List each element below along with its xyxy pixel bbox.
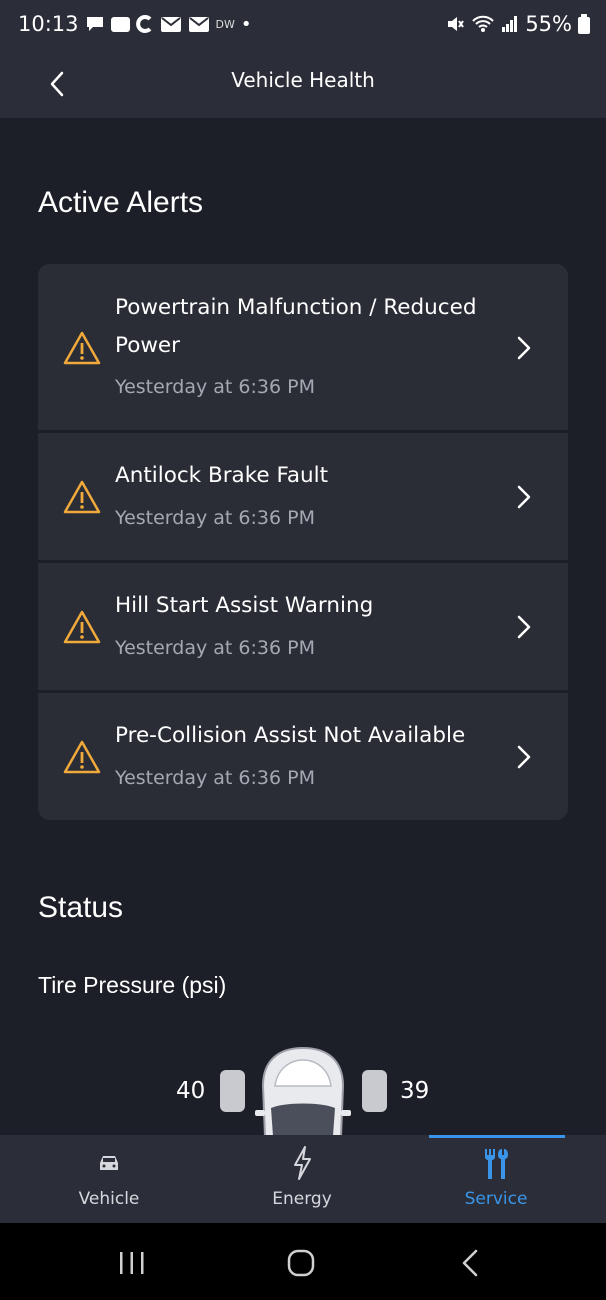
alert-title: Hill Start Assist Warning bbox=[115, 593, 374, 618]
system-back-icon[interactable] bbox=[451, 1243, 491, 1283]
warning-triangle-icon bbox=[63, 740, 101, 774]
alert-time: Yesterday at 6:36 PM bbox=[115, 507, 315, 529]
alert-title: Pre-Collision Assist Not Available bbox=[115, 723, 466, 748]
chevron-right-icon bbox=[517, 485, 531, 509]
dw-notification: DW bbox=[215, 17, 235, 31]
warning-triangle-icon bbox=[63, 480, 101, 514]
alerts-card: Powertrain Malfunction / Reduced Power Y… bbox=[38, 264, 568, 820]
tire-front-left bbox=[220, 1070, 245, 1112]
wrench-tools-icon bbox=[485, 1149, 508, 1179]
warning-triangle-icon bbox=[63, 331, 101, 365]
mail-icon bbox=[160, 16, 181, 32]
tab-vehicle[interactable]: Vehicle bbox=[9, 1135, 209, 1223]
lightning-icon bbox=[294, 1146, 311, 1180]
tire-pressure-label: Tire Pressure (psi) bbox=[38, 972, 227, 998]
car-icon bbox=[100, 1156, 118, 1170]
tab-service[interactable]: Service bbox=[396, 1135, 596, 1223]
alert-item-powertrain[interactable]: Powertrain Malfunction / Reduced Power Y… bbox=[38, 264, 568, 430]
alert-title: Antilock Brake Fault bbox=[115, 463, 329, 488]
recent-apps-icon[interactable] bbox=[112, 1243, 152, 1283]
active-alerts-heading: Active Alerts bbox=[38, 186, 204, 219]
system-nav-bar bbox=[0, 1223, 606, 1300]
battery-percent: 55% bbox=[525, 12, 572, 36]
home-icon[interactable] bbox=[281, 1243, 321, 1283]
tire-pressure-front-right: 39 bbox=[400, 1078, 430, 1104]
car-top-view-icon bbox=[255, 1046, 351, 1136]
alert-time: Yesterday at 6:36 PM bbox=[115, 637, 315, 659]
mail-icon bbox=[188, 16, 209, 32]
status-heading: Status bbox=[38, 891, 124, 924]
warning-triangle-icon bbox=[63, 610, 101, 644]
tab-label: Vehicle bbox=[78, 1189, 140, 1209]
clock: 10:13 bbox=[18, 12, 79, 36]
wifi-icon bbox=[472, 15, 495, 32]
page-title: Vehicle Health bbox=[231, 68, 375, 92]
c-app-icon bbox=[135, 15, 151, 33]
tab-label: Energy bbox=[272, 1189, 332, 1209]
battery-icon bbox=[578, 14, 590, 34]
alert-time: Yesterday at 6:36 PM bbox=[115, 767, 315, 789]
status-bar: 10:13 DW • 55% bbox=[0, 0, 606, 52]
alert-title: Powertrain Malfunction / Reduced Power bbox=[115, 295, 477, 358]
tire-front-right bbox=[362, 1070, 387, 1112]
chevron-right-icon bbox=[517, 615, 531, 639]
app-header: Vehicle Health bbox=[0, 52, 606, 118]
mute-icon bbox=[448, 17, 465, 31]
tab-label: Service bbox=[464, 1189, 528, 1209]
chat-bubble-icon bbox=[86, 17, 103, 31]
ford-app-icon bbox=[110, 16, 130, 32]
chevron-right-icon bbox=[517, 336, 531, 360]
alert-item-antilock-brake[interactable]: Antilock Brake Fault Yesterday at 6:36 P… bbox=[38, 433, 568, 560]
tab-energy[interactable]: Energy bbox=[202, 1135, 402, 1223]
alert-time: Yesterday at 6:36 PM bbox=[115, 376, 315, 398]
alert-item-pre-collision[interactable]: Pre-Collision Assist Not Available Yeste… bbox=[38, 693, 568, 820]
tire-pressure-front-left: 40 bbox=[176, 1078, 206, 1104]
bottom-nav: Vehicle Energy Service bbox=[0, 1135, 606, 1223]
chevron-right-icon bbox=[517, 745, 531, 769]
alert-item-hill-start[interactable]: Hill Start Assist Warning Yesterday at 6… bbox=[38, 563, 568, 690]
signal-icon bbox=[502, 16, 518, 32]
notification-dot: • bbox=[240, 13, 252, 35]
